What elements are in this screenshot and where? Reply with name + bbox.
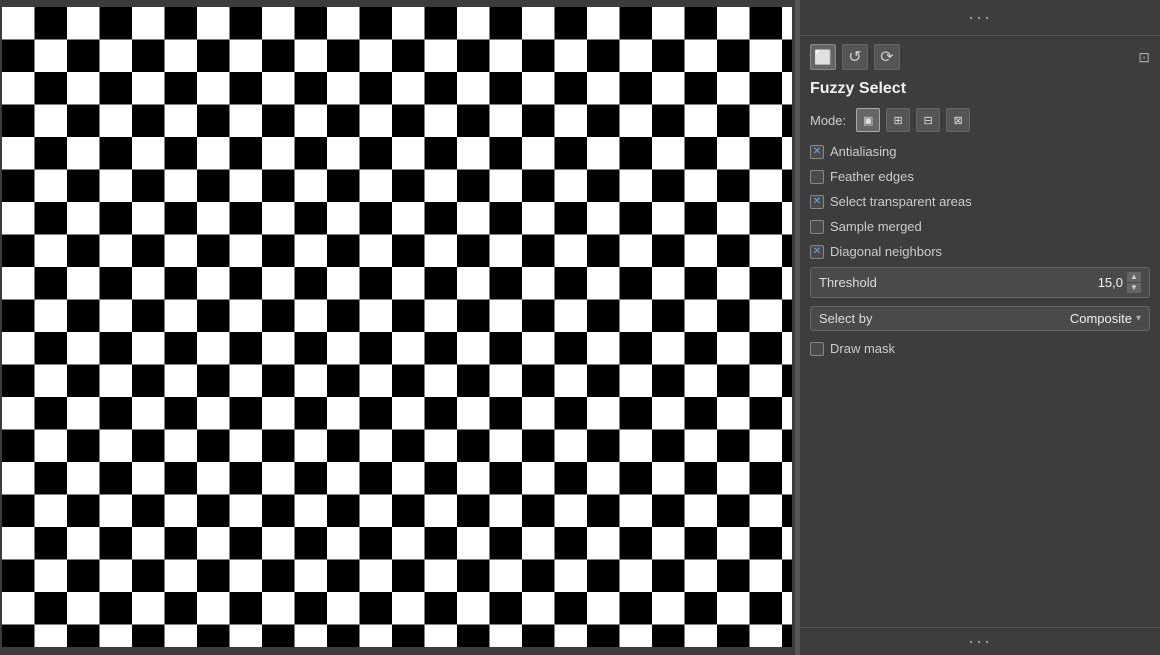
- mode-btn-subtract[interactable]: ⊟: [916, 108, 940, 132]
- threshold-label: Threshold: [819, 275, 1098, 290]
- select-by-dropdown-arrow: ▾: [1136, 313, 1141, 324]
- mode-btn-replace[interactable]: ▣: [856, 108, 880, 132]
- checkbox-diagonal-neighbors-label: Diagonal neighbors: [830, 244, 942, 259]
- select-by-dropdown[interactable]: Composite ▾: [1070, 311, 1141, 326]
- tool-icon-select-fuzzy[interactable]: ↺: [842, 44, 868, 70]
- tool-icon-select-rect[interactable]: ⬜: [810, 44, 836, 70]
- checkbox-feather-edges: Feather edges: [810, 167, 1150, 186]
- checkbox-select-transparent-box[interactable]: [810, 195, 824, 209]
- top-toolbar: ···: [800, 0, 1160, 36]
- select-by-row[interactable]: Select by Composite ▾: [810, 306, 1150, 331]
- checkerboard[interactable]: [2, 7, 792, 647]
- checkbox-antialiasing-label: Antialiasing: [830, 144, 897, 159]
- mode-btn-intersect[interactable]: ⊠: [946, 108, 970, 132]
- checkbox-draw-mask-label: Draw mask: [830, 341, 895, 356]
- threshold-value: 15,0: [1098, 275, 1123, 290]
- tool-options-panel: ··· ⬜ ↺ ⟳ ⊡ Fuzzy Select Mode: ▣ ⊞ ⊟ ⊠ A…: [800, 0, 1160, 655]
- threshold-decrement[interactable]: ▼: [1127, 283, 1141, 293]
- bottom-toolbar-dots: ···: [968, 631, 992, 652]
- checkbox-feather-edges-box[interactable]: [810, 170, 824, 184]
- expand-icon[interactable]: ⊡: [1138, 49, 1150, 66]
- checkbox-select-transparent: Select transparent areas: [810, 192, 1150, 211]
- mode-label: Mode:: [810, 113, 846, 128]
- threshold-increment[interactable]: ▲: [1127, 272, 1141, 282]
- checkbox-diagonal-neighbors-box[interactable]: [810, 245, 824, 259]
- bottom-toolbar: ···: [800, 627, 1160, 655]
- tool-options-content: ⬜ ↺ ⟳ ⊡ Fuzzy Select Mode: ▣ ⊞ ⊟ ⊠ Antia…: [800, 36, 1160, 627]
- tool-icons-row: ⬜ ↺ ⟳ ⊡: [810, 44, 1150, 70]
- checkbox-sample-merged-box[interactable]: [810, 220, 824, 234]
- checkbox-diagonal-neighbors: Diagonal neighbors: [810, 242, 1150, 261]
- mode-row: Mode: ▣ ⊞ ⊟ ⊠: [810, 108, 1150, 132]
- checkbox-antialiasing: Antialiasing: [810, 142, 1150, 161]
- select-by-value: Composite: [1070, 311, 1132, 326]
- select-by-label: Select by: [819, 311, 1070, 326]
- tool-icon-select-path[interactable]: ⟳: [874, 44, 900, 70]
- checkbox-feather-edges-label: Feather edges: [830, 169, 914, 184]
- checkbox-draw-mask-box[interactable]: [810, 342, 824, 356]
- mode-btn-add[interactable]: ⊞: [886, 108, 910, 132]
- checkbox-antialiasing-box[interactable]: [810, 145, 824, 159]
- top-toolbar-dots: ···: [968, 7, 992, 28]
- checkbox-select-transparent-label: Select transparent areas: [830, 194, 972, 209]
- threshold-row: Threshold 15,0 ▲ ▼: [810, 267, 1150, 298]
- checkbox-sample-merged-label: Sample merged: [830, 219, 922, 234]
- checkbox-sample-merged: Sample merged: [810, 217, 1150, 236]
- panel-title: Fuzzy Select: [810, 80, 1150, 98]
- canvas-area: [0, 0, 795, 655]
- threshold-spinner[interactable]: ▲ ▼: [1127, 272, 1141, 293]
- checkbox-draw-mask: Draw mask: [810, 339, 1150, 358]
